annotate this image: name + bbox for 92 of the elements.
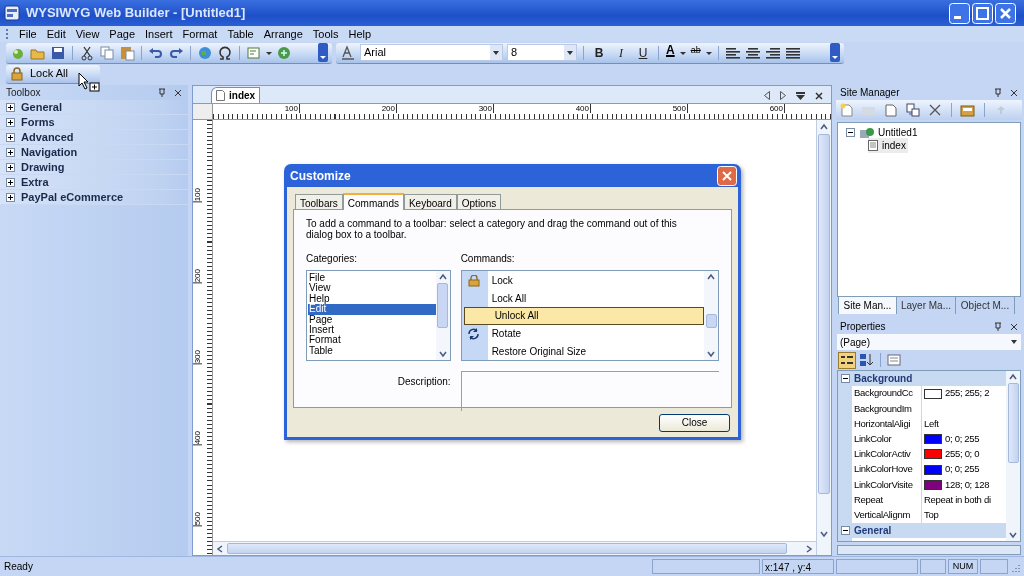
ruler-label: 200	[381, 104, 397, 113]
toolbox-group[interactable]: Advanced	[0, 130, 188, 145]
panel-tab[interactable]: Site Man...	[838, 297, 897, 314]
property-name[interactable]: BackgroundCc	[854, 386, 913, 401]
window-title: WYSIWYG Web Builder - [Untitled1]	[26, 4, 247, 23]
property-name[interactable]: LinkColor	[854, 432, 892, 447]
property-name[interactable]: Repeat	[854, 492, 883, 508]
ruler-label: 600	[769, 104, 785, 113]
command-item[interactable]: Lock	[461, 272, 704, 290]
category-item[interactable]: View	[308, 283, 436, 294]
dialog-tab[interactable]: Keyboard	[403, 194, 457, 209]
category-item[interactable]: Format	[308, 335, 436, 346]
property-name[interactable]: LinkColorHove	[854, 462, 913, 477]
property-value[interactable]: Top	[924, 507, 939, 523]
menu-item[interactable]: Table	[222, 25, 259, 43]
menu-item[interactable]: Arrange	[258, 25, 308, 43]
italic-button[interactable]: I	[612, 44, 630, 61]
property-value[interactable]: Repeat in both di	[924, 492, 991, 508]
command-item[interactable]: Unlock All	[463, 307, 704, 325]
category-item[interactable]: Table	[308, 345, 436, 357]
menu-item[interactable]: Page	[104, 25, 141, 43]
toolbox-group[interactable]: Extra	[0, 175, 188, 190]
toolbox-group[interactable]: PayPal eCommerce	[0, 190, 188, 205]
size-field[interactable]: 8	[507, 44, 577, 61]
menu-item[interactable]: Insert	[140, 25, 178, 43]
category-item[interactable]: Help	[308, 293, 436, 305]
property-value[interactable]: 0; 0; 255	[945, 432, 980, 447]
property-value[interactable]: Left	[924, 416, 939, 432]
instructions-text: To add a command to a toolbar: select a category and drag the command out of this dialog box to a toolbar.	[306, 218, 678, 240]
object-dropdown[interactable]: (Page)	[837, 334, 1021, 350]
bold-button[interactable]: B	[590, 44, 608, 61]
ruler-label: 500	[193, 511, 202, 526]
panel-title: Site Manager	[840, 86, 900, 100]
property-name[interactable]: LinkColorActiv	[854, 447, 911, 462]
property-name[interactable]: HorizontalAligi	[854, 416, 911, 432]
menu-item[interactable]: Help	[343, 25, 377, 43]
field-label: Description:	[397, 375, 451, 389]
toolbox-group[interactable]: General	[0, 100, 188, 115]
panel-tab[interactable]: Object M...	[956, 297, 1015, 314]
category-item[interactable]: Page	[308, 314, 436, 325]
property-name[interactable]: BackgroundIm	[854, 401, 912, 416]
menu-item[interactable]: Edit	[41, 25, 71, 43]
dialog-tab[interactable]: Options	[456, 194, 502, 209]
toolbox-group[interactable]: Navigation	[0, 145, 188, 160]
font-color-button[interactable]: A	[665, 44, 676, 61]
category-item[interactable]: File	[308, 273, 436, 284]
property-value[interactable]: 128; 0; 128	[945, 477, 990, 492]
category-item[interactable]: Edit	[308, 304, 436, 315]
property-name[interactable]: VerticalAlignm	[854, 507, 910, 523]
toolbox-group[interactable]: Drawing	[0, 160, 188, 175]
ruler-label: 300	[193, 349, 202, 364]
property-value[interactable]: 255; 255; 2	[945, 386, 990, 401]
menu-item[interactable]: View	[70, 25, 105, 43]
category-item[interactable]: Insert	[308, 324, 436, 336]
property-name[interactable]: LinkColorVisite	[854, 477, 913, 492]
close-button[interactable]: Close	[659, 413, 730, 432]
lock-all-button[interactable]: Lock All	[10, 65, 68, 82]
ruler-label: 500	[672, 104, 688, 113]
property-category[interactable]: Background	[838, 371, 1006, 386]
document-tab[interactable]: index	[211, 87, 261, 103]
ruler-label: 400	[193, 430, 202, 445]
property-category[interactable]: General	[838, 522, 1006, 538]
ruler-label: 100	[284, 104, 300, 113]
underline-button[interactable]: U	[634, 44, 652, 61]
field-label: Commands:	[460, 252, 516, 266]
dialog-tab[interactable]: Commands	[342, 193, 404, 210]
menu-item[interactable]: Format	[177, 25, 223, 43]
property-value[interactable]: 0; 0; 255	[945, 462, 980, 477]
font-field[interactable]: Arial	[360, 44, 503, 61]
field-label: Categories:	[306, 252, 359, 266]
tree-item[interactable]: index	[868, 138, 908, 153]
menu-item[interactable]: File	[14, 25, 42, 43]
status-panel: NUM	[948, 559, 978, 574]
panel-title: Toolbox	[6, 86, 41, 100]
menu-item[interactable]: Tools	[307, 25, 344, 43]
property-value[interactable]: 255; 0; 0	[945, 447, 980, 462]
command-item[interactable]: Lock All	[461, 289, 704, 308]
highlight-button[interactable]: ab	[689, 44, 702, 61]
ruler-label: 200	[193, 268, 202, 283]
ruler-label: 400	[575, 104, 591, 113]
dialog-tab[interactable]: Toolbars	[295, 194, 343, 209]
status-panel: x:147 , y:4	[762, 559, 834, 574]
panel-tab[interactable]: Layer Ma...	[897, 297, 956, 314]
dialog-title: Customize	[290, 167, 351, 185]
toolbox-group[interactable]: Forms	[0, 115, 188, 130]
ruler-label: 300	[478, 104, 494, 113]
command-item[interactable]: Restore Original Size	[461, 342, 704, 360]
ruler-label: 100	[193, 187, 202, 202]
panel-title: Properties	[840, 320, 886, 334]
status-text: Ready	[4, 560, 34, 574]
tree-item[interactable]: Untitled1	[859, 125, 918, 140]
command-item[interactable]: Rotate	[461, 324, 704, 343]
